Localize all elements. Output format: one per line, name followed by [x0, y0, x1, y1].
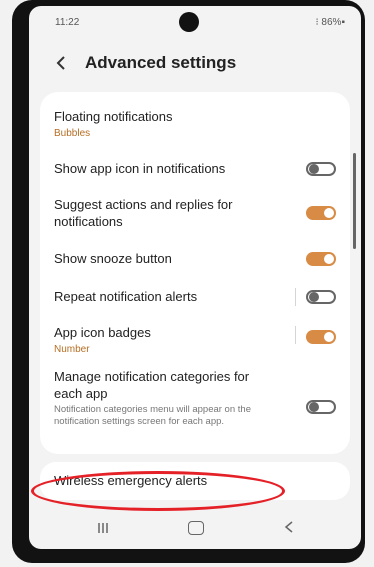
setting-show-app-icon[interactable]: Show app icon in notifications: [54, 160, 336, 178]
navigation-bar: [29, 507, 361, 549]
back-icon[interactable]: [284, 521, 294, 533]
setting-title: Show snooze button: [54, 251, 172, 266]
screen: 11:22 ⁝ 86%▪ Advanced settings Floating …: [29, 6, 361, 549]
setting-floating-notifications[interactable]: Floating notifications Bubbles: [54, 108, 336, 140]
setting-manage-categories[interactable]: Manage notification categories for each …: [54, 368, 336, 446]
divider: [295, 326, 296, 344]
setting-title: Repeat notification alerts: [54, 289, 198, 304]
red-circle-annotation: [31, 471, 285, 511]
toggle-knob: [324, 254, 334, 264]
toggle-switch[interactable]: [306, 330, 336, 344]
setting-suggest-actions[interactable]: Suggest actions and replies for notifica…: [54, 196, 336, 232]
setting-subtitle: Bubbles: [54, 128, 91, 139]
front-camera: [179, 12, 199, 32]
settings-card: Floating notifications Bubbles Show app …: [40, 92, 350, 454]
home-icon[interactable]: [188, 521, 204, 535]
toggle-switch[interactable]: [306, 206, 336, 220]
toggle-knob: [309, 164, 319, 174]
setting-title: Manage notification categories for each …: [54, 369, 250, 401]
chevron-left-icon[interactable]: [55, 56, 67, 70]
scrollbar[interactable]: [353, 153, 356, 249]
setting-title: Suggest actions and replies for notifica…: [54, 197, 233, 229]
toggle-knob: [324, 332, 334, 342]
toggle-knob: [324, 208, 334, 218]
recent-apps-icon[interactable]: [97, 523, 109, 533]
toggle-switch[interactable]: [306, 290, 336, 304]
setting-title: App icon badges: [54, 325, 151, 340]
setting-repeat-alerts[interactable]: Repeat notification alerts: [54, 288, 336, 306]
setting-title: Floating notifications: [54, 109, 173, 124]
status-indicators: ⁝ 86%▪: [315, 17, 345, 28]
toggle-switch[interactable]: [306, 252, 336, 266]
page-title: Advanced settings: [85, 53, 237, 72]
setting-app-icon-badges[interactable]: App icon badges Number: [54, 324, 336, 355]
status-time: 11:22: [55, 17, 80, 28]
toggle-switch[interactable]: [306, 400, 336, 414]
toggle-knob: [309, 402, 319, 412]
setting-title: Show app icon in notifications: [54, 161, 226, 176]
toggle-knob: [309, 292, 319, 302]
toggle-switch[interactable]: [306, 162, 336, 176]
setting-show-snooze[interactable]: Show snooze button: [54, 250, 336, 268]
setting-subtitle: Number: [54, 344, 90, 355]
divider: [295, 288, 296, 306]
setting-description: Notification categories menu will appear…: [54, 404, 251, 427]
